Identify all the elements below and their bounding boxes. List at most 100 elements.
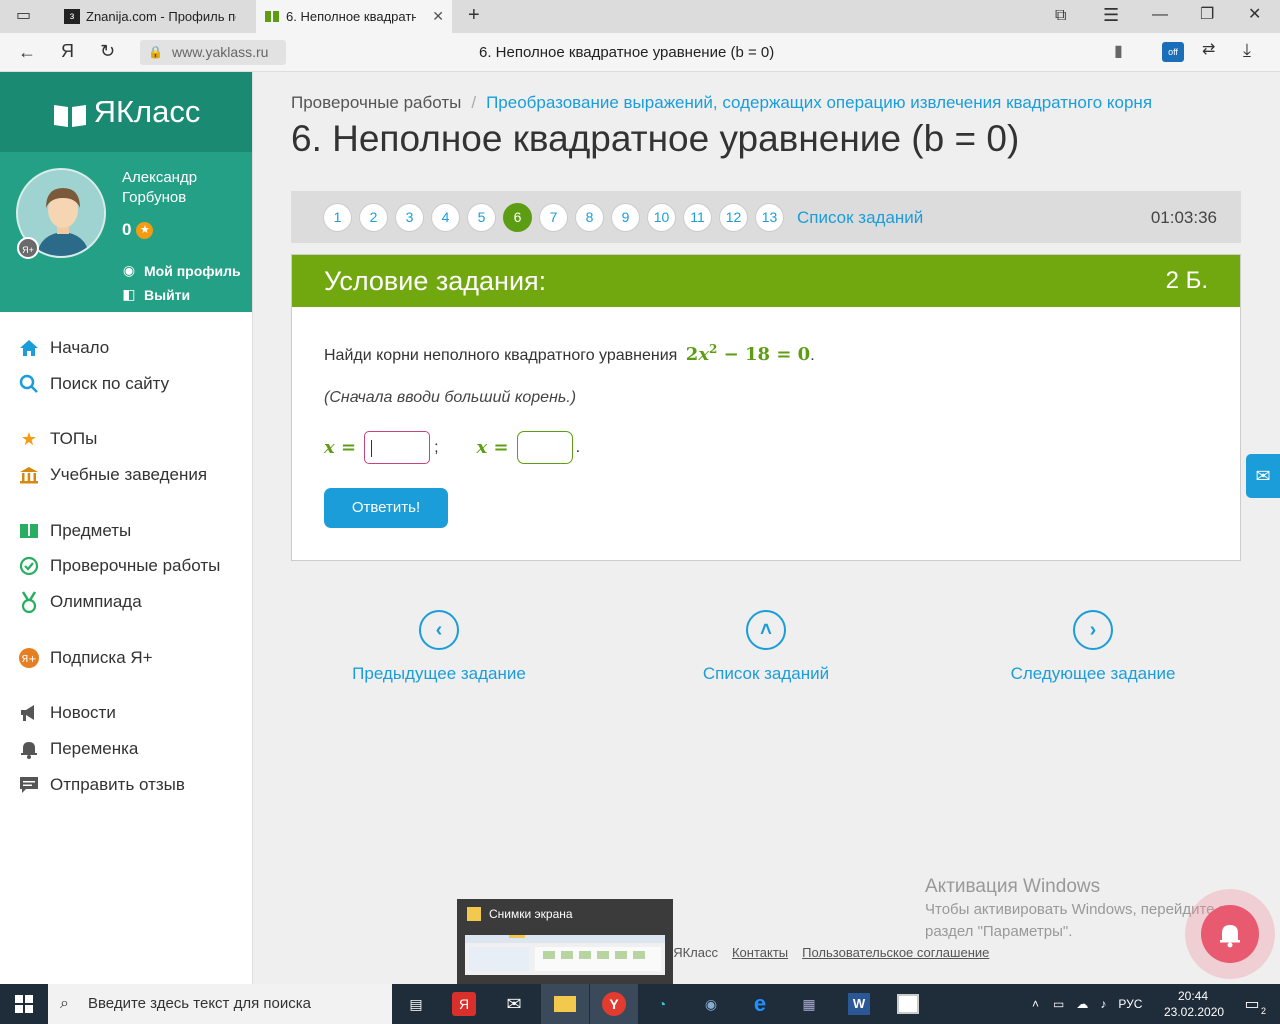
task-points: 2 Б. (1165, 267, 1208, 294)
close-window-icon[interactable]: ✕ (1248, 7, 1261, 23)
sidebar-item-break[interactable]: Переменка (0, 731, 252, 767)
translate-icon[interactable]: ⇄ (1202, 42, 1215, 58)
mail-taskbar-icon[interactable]: ✉ (500, 990, 528, 1018)
svg-text:Я+: Я+ (21, 654, 36, 665)
edge-icon[interactable]: e (746, 990, 774, 1018)
task-view-icon[interactable]: ▤ (402, 990, 430, 1018)
image-viewer-icon[interactable] (894, 990, 922, 1018)
task-list-button[interactable]: ˄ Список заданий (666, 610, 866, 684)
tab-znanija[interactable]: з Znanija.com - Профиль по... (56, 0, 254, 33)
ya-plus-badge: Я+ (17, 237, 39, 259)
question-number-current[interactable]: 6 (503, 203, 532, 232)
logo-book-icon (52, 100, 88, 127)
yandex-icon[interactable]: Я (61, 42, 74, 60)
question-number[interactable]: 13 (755, 203, 784, 232)
prev-task-label: Предыдущее задание (352, 664, 526, 683)
clock[interactable]: 20:44 23.02.2020 (1164, 988, 1225, 1020)
user-name[interactable]: Александр Горбунов (122, 168, 222, 208)
mail-icon[interactable]: ✉ (1246, 454, 1280, 498)
sidebar-item-tops[interactable]: ★ ТОПы (0, 421, 252, 457)
question-number[interactable]: 11 (683, 203, 712, 232)
question-number[interactable]: 9 (611, 203, 640, 232)
close-tab-icon[interactable]: ✕ (432, 8, 444, 25)
reload-icon[interactable]: ↻ (100, 42, 115, 60)
answer-input-1[interactable] (364, 431, 431, 464)
tab-yaklass[interactable]: 6. Неполное квадратное у... ✕ (256, 0, 452, 33)
minimize-icon[interactable]: — (1152, 7, 1168, 23)
footer: © ЯКласс Контакты Пользовательское соглаше… (660, 945, 989, 960)
notification-bell-button[interactable] (1185, 889, 1275, 979)
start-button[interactable] (0, 984, 48, 1024)
sidebar-item-news[interactable]: Новости (0, 696, 252, 732)
question-number[interactable]: 7 (539, 203, 568, 232)
question-number[interactable]: 4 (431, 203, 460, 232)
next-task-button[interactable]: › Следующее задание (993, 610, 1193, 684)
clock-date: 23.02.2020 (1164, 1005, 1225, 1019)
notifications-icon[interactable]: ▭ 2 (1238, 990, 1266, 1018)
photos-app-icon[interactable]: ▦ (795, 990, 823, 1018)
contacts-link[interactable]: Контакты (732, 945, 788, 960)
question-number[interactable]: 3 (395, 203, 424, 232)
breadcrumb-topic-link[interactable]: Преобразование выражений, содержащих опе… (486, 93, 1152, 112)
chevron-up-icon[interactable]: ˄ (1032, 997, 1039, 1011)
yandex-browser-icon[interactable]: Y (600, 990, 628, 1018)
sidebar-item-home[interactable]: Начало (0, 330, 252, 366)
extension-off-icon[interactable]: off (1162, 42, 1184, 62)
paint-icon[interactable]: ◉ (697, 990, 725, 1018)
my-profile-link[interactable]: ◉ Мой профиль (122, 262, 241, 279)
tab-title: Znanija.com - Профиль по... (86, 9, 236, 24)
system-tray: ˄ ▭ ☁ ♪ РУС (1032, 984, 1142, 1024)
breadcrumb-tests-link[interactable]: Проверочные работы (291, 93, 461, 112)
sidebar-item-subscription[interactable]: Я+ Подписка Я+ (0, 640, 252, 676)
question-number[interactable]: 1 (323, 203, 352, 232)
yandex-taskbar-icon[interactable]: Я (452, 992, 476, 1016)
address-page-title: 6. Неполное квадратное уравнение (b = 0) (479, 44, 775, 61)
question-number[interactable]: 12 (719, 203, 748, 232)
breadcrumb-separator: / (471, 93, 477, 112)
word-icon[interactable]: W (845, 990, 873, 1018)
task-list-link[interactable]: Список заданий (797, 208, 923, 228)
logout-link[interactable]: ◧ Выйти (122, 286, 190, 303)
sidebar-item-schools[interactable]: Учебные заведения (0, 457, 252, 493)
answer-input-2[interactable] (516, 431, 573, 464)
restore-icon[interactable]: ❐ (1200, 7, 1214, 23)
answer-separator: ; (434, 438, 439, 456)
sidebar-item-feedback[interactable]: Отправить отзыв (0, 767, 252, 803)
bookmark-icon[interactable]: ▮ (1114, 44, 1123, 60)
menu-icon[interactable]: ☰ (1103, 6, 1119, 24)
submit-button[interactable]: Ответить! (324, 488, 448, 528)
network-icon[interactable]: ▭ (1053, 997, 1064, 1011)
bookmarks-icon[interactable]: ⧉ (1055, 8, 1066, 24)
menu-gap (0, 401, 252, 421)
windows-logo-icon (15, 995, 33, 1013)
sidebar-item-search[interactable]: Поиск по сайту (0, 366, 252, 402)
question-number[interactable]: 8 (575, 203, 604, 232)
language-indicator[interactable]: РУС (1118, 997, 1142, 1011)
app-taskbar-icon[interactable]: ◔ (648, 990, 676, 1018)
menu-gap (0, 493, 252, 513)
question-number[interactable]: 10 (647, 203, 676, 232)
sidebar-item-olympiad[interactable]: Олимпиада (0, 584, 252, 620)
url-field[interactable]: 🔒 www.yaklass.ru (140, 40, 286, 65)
volume-icon[interactable]: ♪ (1100, 997, 1106, 1011)
task-text: Найди корни неполного квадратного уравне… (324, 347, 678, 364)
cloud-icon[interactable]: ☁ (1076, 997, 1088, 1011)
agreement-link[interactable]: Пользовательское соглашение (802, 945, 989, 960)
prev-task-button[interactable]: ‹ Предыдущее задание (339, 610, 539, 684)
back-icon[interactable]: ← (18, 43, 36, 61)
file-explorer-icon[interactable] (551, 990, 579, 1018)
user-panel: Я+ Александр Горбунов 0 ★ ◉ Мой профиль … (0, 152, 252, 312)
logo-text: ЯКласс (93, 94, 201, 129)
sidebar-item-subjects[interactable]: Предметы (0, 513, 252, 549)
download-icon[interactable]: ⤓ (1243, 41, 1251, 59)
sidebar-item-tests[interactable]: Проверочные работы (0, 548, 252, 584)
znanija-favicon-icon: з (64, 9, 80, 24)
sidebar-toggle-icon[interactable]: ▭ (16, 8, 31, 24)
question-number[interactable]: 5 (467, 203, 496, 232)
question-number[interactable]: 2 (359, 203, 388, 232)
logo[interactable]: ЯКласс (0, 72, 252, 152)
taskbar-search-input[interactable]: ⌕ Введите здесь текст для поиска (48, 984, 392, 1024)
taskbar-thumbnail-popup[interactable]: Снимки экрана (457, 899, 673, 984)
thumbnail-preview (465, 935, 665, 975)
new-tab-icon[interactable]: + (468, 5, 480, 25)
